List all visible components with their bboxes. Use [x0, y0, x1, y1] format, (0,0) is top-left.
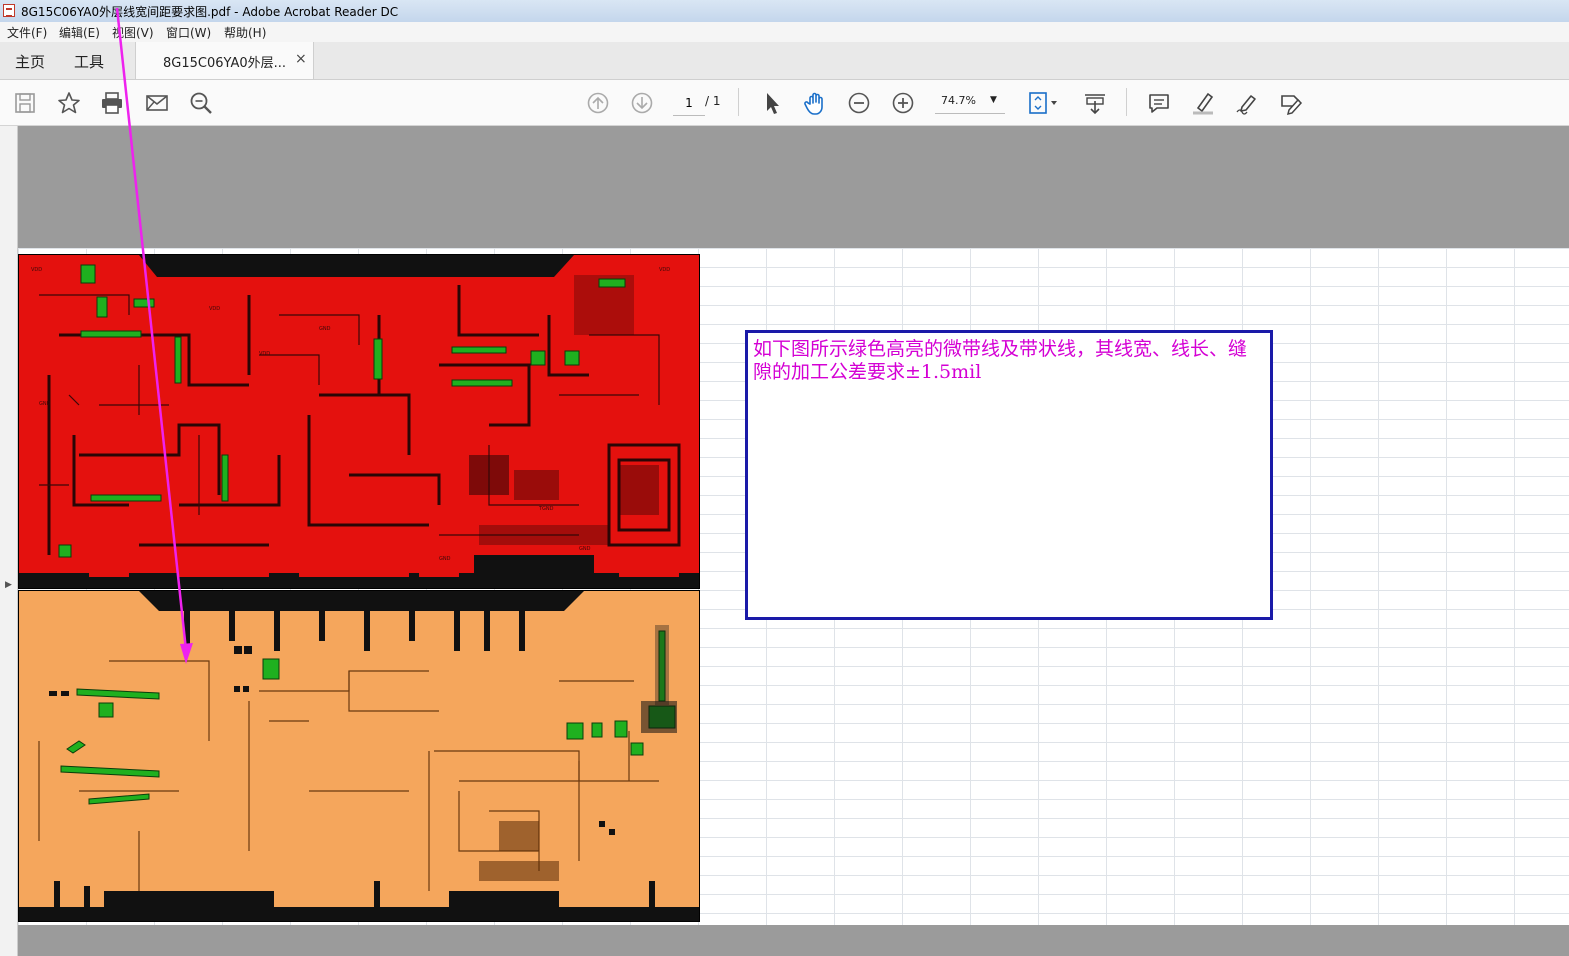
svg-text:VDD: VDD	[31, 267, 42, 273]
toolbar-divider	[1126, 88, 1127, 116]
star-icon[interactable]	[56, 90, 82, 116]
svg-text:VDD: VDD	[259, 351, 270, 357]
svg-text:VDD: VDD	[209, 306, 220, 312]
save-icon[interactable]	[12, 90, 38, 116]
tolerance-note-box: 如下图所示绿色高亮的微带线及带状线，其线宽、线长、缝隙的加工公差要求±1.5mi…	[745, 330, 1273, 620]
document-bottom-gap	[18, 925, 1569, 956]
menu-help[interactable]: 帮助(H)	[224, 24, 266, 41]
menu-view[interactable]: 视图(V)	[112, 24, 154, 41]
svg-text:GND: GND	[319, 326, 331, 332]
pcb-top-layer-drawing: VDD VDD GND GND VDD GND TGND VDD GND	[19, 255, 699, 588]
tab-document-label: 8G15C06YA0外层...	[163, 56, 286, 71]
menu-window[interactable]: 窗口(W)	[166, 24, 211, 41]
toolbar-divider	[738, 88, 739, 116]
svg-text:VDD: VDD	[659, 267, 670, 273]
svg-text:GND: GND	[39, 401, 51, 407]
tab-bar: 主页 工具 8G15C06YA0外层... ×	[0, 42, 1569, 80]
pcb-bottom-layer-image	[18, 590, 700, 922]
menu-edit[interactable]: 编辑(E)	[59, 24, 100, 41]
close-tab-icon[interactable]: ×	[295, 51, 307, 67]
zoom-in-icon[interactable]	[890, 90, 916, 116]
chevron-down-icon: ▼	[990, 95, 997, 105]
tab-tools[interactable]: 工具	[74, 51, 104, 72]
expand-panel-icon[interactable]: ▶	[5, 580, 12, 590]
sign-icon[interactable]	[1234, 90, 1260, 116]
page-down-icon[interactable]	[629, 90, 655, 116]
tolerance-note-text: 如下图所示绿色高亮的微带线及带状线，其线宽、线长、缝隙的加工公差要求±1.5mi…	[753, 338, 1248, 383]
select-cursor-icon[interactable]	[759, 90, 785, 116]
svg-text:TGND: TGND	[538, 506, 554, 512]
pcb-bottom-layer-drawing	[19, 591, 699, 921]
acrobat-app-icon	[3, 4, 15, 17]
fit-page-icon[interactable]	[1026, 90, 1062, 116]
svg-text:GND: GND	[439, 556, 451, 562]
pcb-top-layer-image: VDD VDD GND GND VDD GND TGND VDD GND	[18, 254, 700, 589]
comment-icon[interactable]	[1146, 90, 1172, 116]
scroll-mode-icon[interactable]	[1082, 90, 1108, 116]
page-up-icon[interactable]	[585, 90, 611, 116]
tab-document[interactable]: 8G15C06YA0外层... ×	[135, 42, 314, 79]
fill-sign-icon[interactable]	[1278, 90, 1304, 116]
print-icon[interactable]	[99, 90, 125, 116]
zoom-out-icon[interactable]	[846, 90, 872, 116]
highlight-icon[interactable]	[1190, 90, 1216, 116]
hand-icon[interactable]	[803, 90, 829, 116]
page-total: / 1	[705, 94, 721, 108]
toolbar: / 1 74.7% ▼	[0, 80, 1569, 126]
left-navigation-strip[interactable]: ▶	[0, 126, 18, 956]
mail-icon[interactable]	[144, 90, 170, 116]
title-bar: 8G15C06YA0外层线宽间距要求图.pdf - Adobe Acrobat …	[0, 0, 1569, 23]
svg-text:GND: GND	[579, 546, 591, 552]
page-number-input[interactable]	[673, 91, 705, 116]
search-zoom-icon[interactable]	[188, 90, 214, 116]
zoom-level-select[interactable]: 74.7% ▼	[935, 91, 1005, 114]
menu-bar: 文件(F) 编辑(E) 视图(V) 窗口(W) 帮助(H)	[0, 22, 1569, 43]
zoom-level-value: 74.7%	[941, 94, 976, 107]
window-title: 8G15C06YA0外层线宽间距要求图.pdf - Adobe Acrobat …	[21, 5, 399, 19]
tab-home[interactable]: 主页	[15, 51, 45, 72]
menu-file[interactable]: 文件(F)	[7, 24, 47, 41]
